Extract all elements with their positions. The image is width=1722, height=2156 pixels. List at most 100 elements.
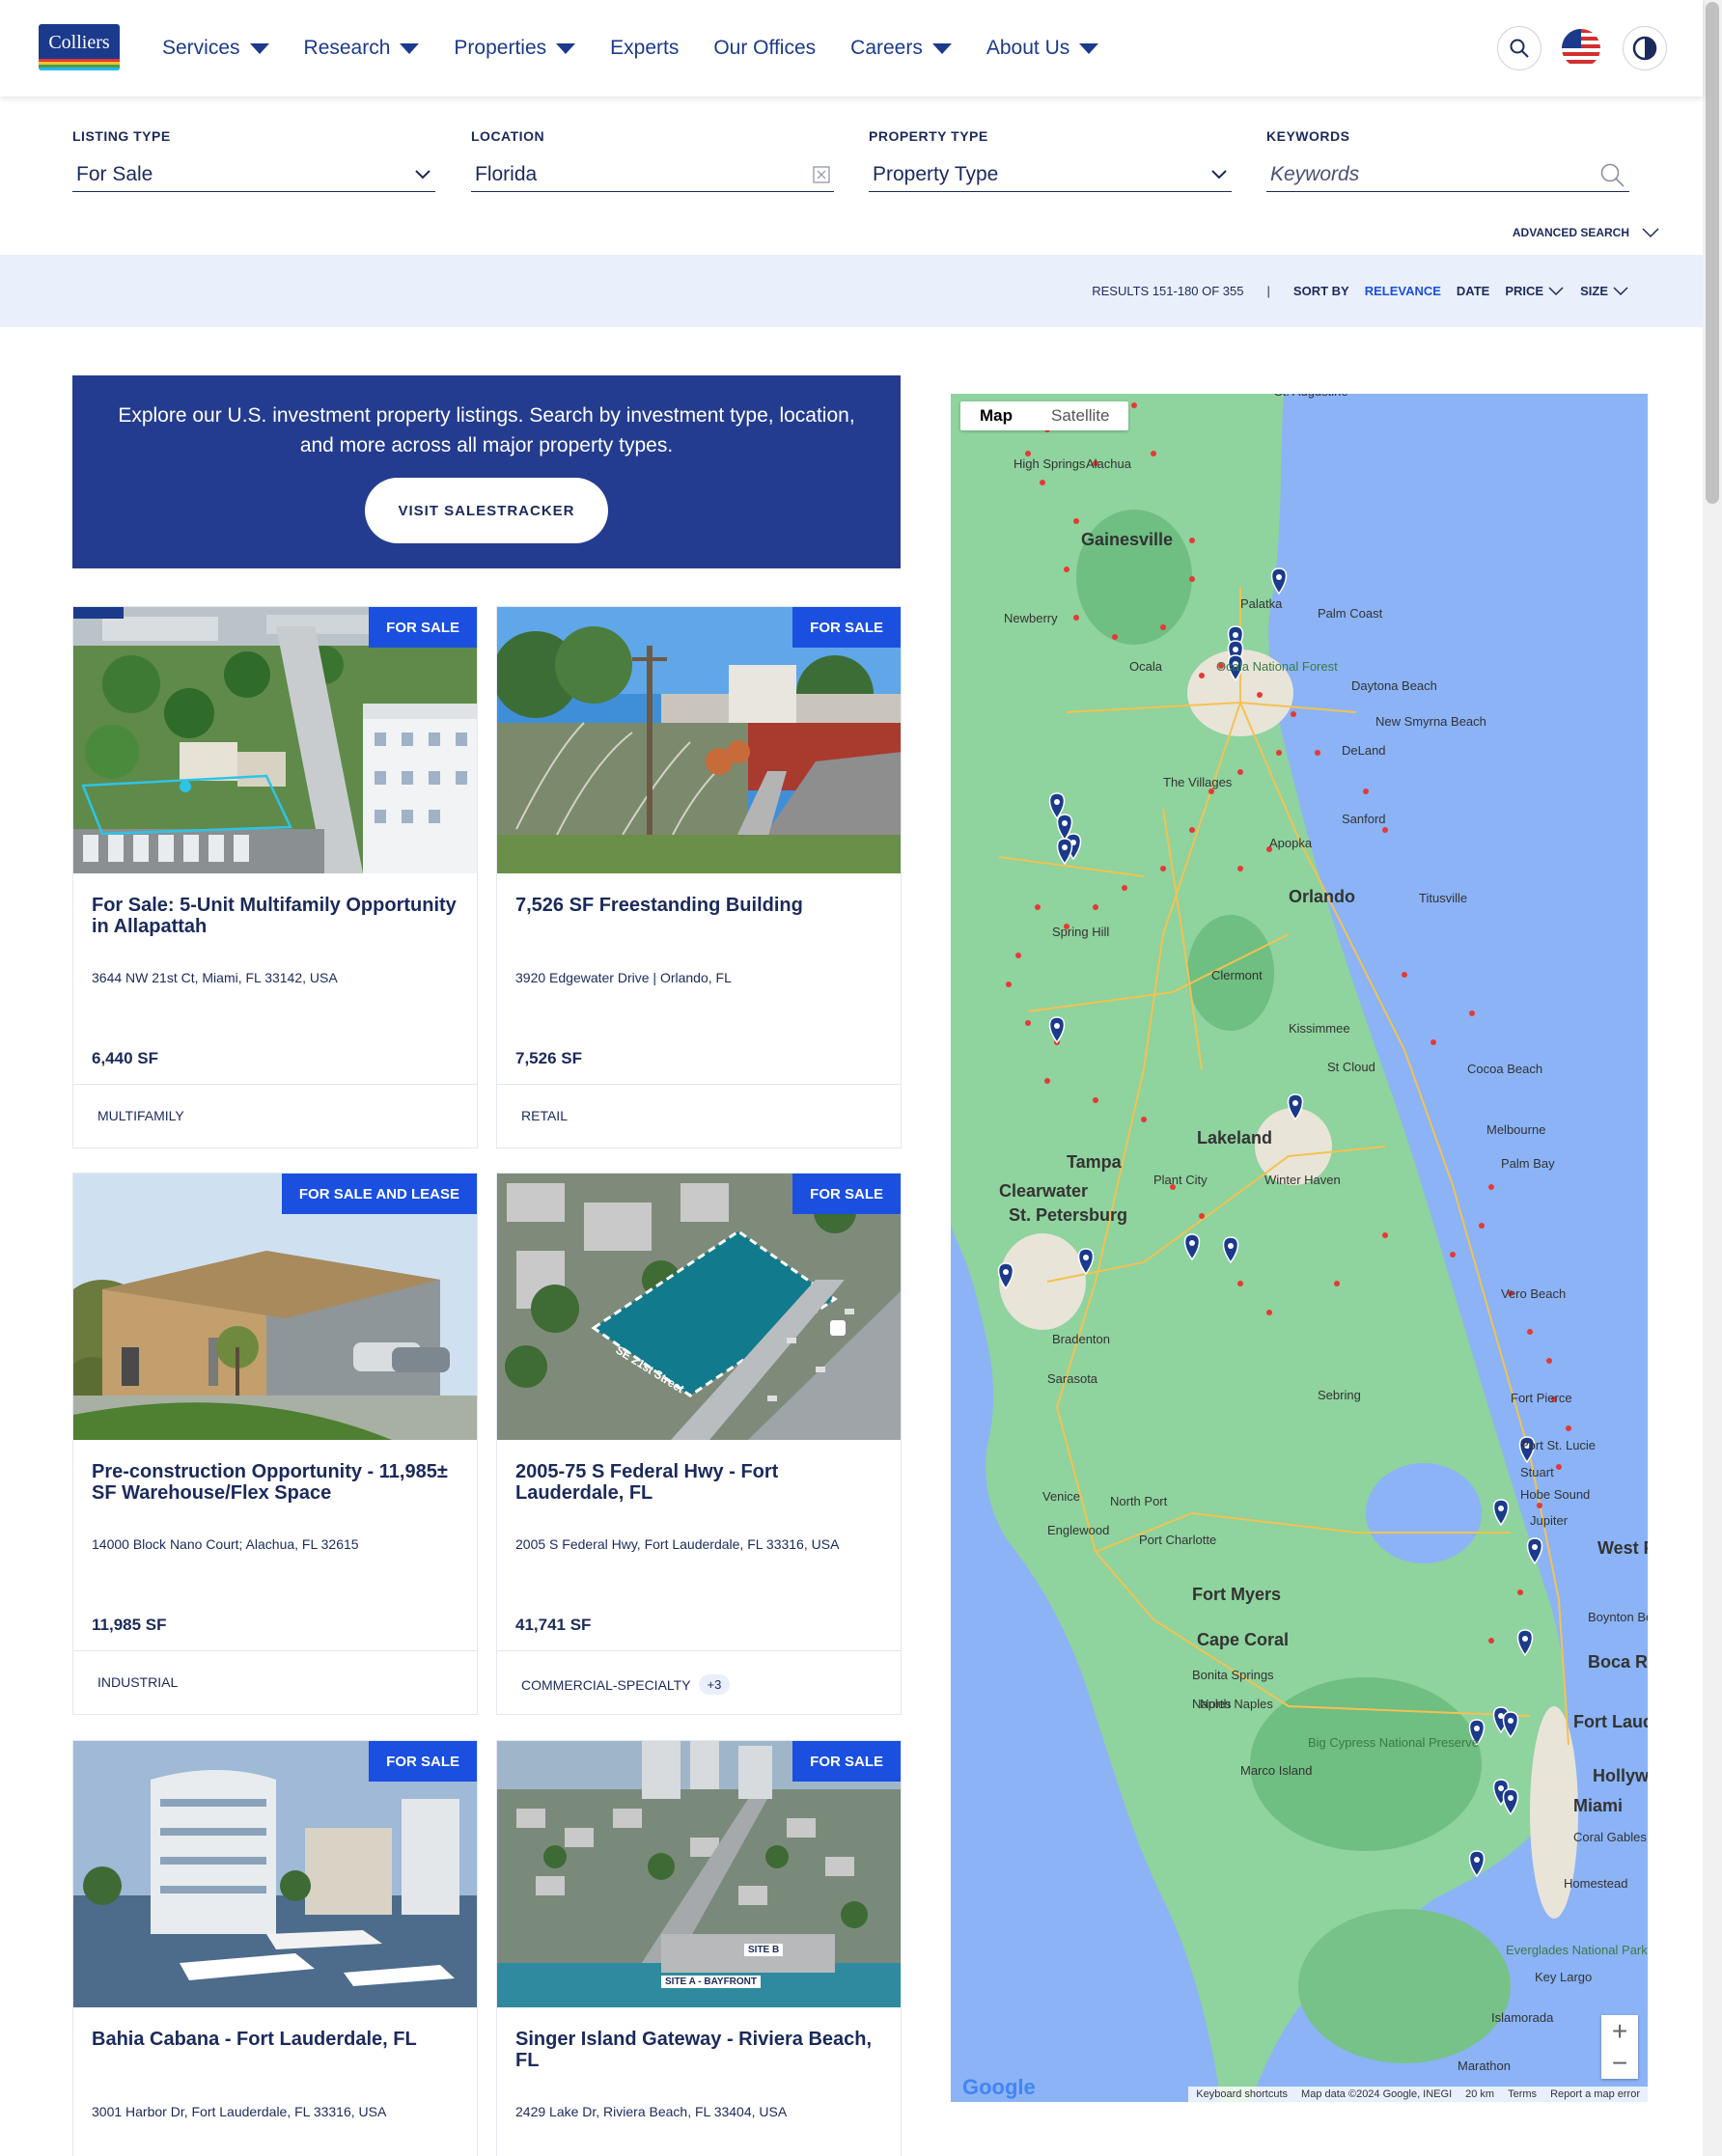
listing-dot[interactable]: [1237, 1281, 1243, 1286]
search-icon[interactable]: [1598, 161, 1625, 188]
listing-dot[interactable]: [1025, 1020, 1031, 1026]
nav-item-about-us[interactable]: About Us: [986, 37, 1099, 60]
location-pin-icon[interactable]: [1270, 567, 1288, 595]
listing-title[interactable]: For Sale: 5-Unit Multifamily Opportunity…: [92, 895, 458, 937]
nav-item-research[interactable]: Research: [304, 37, 420, 60]
sort-date[interactable]: DATE: [1457, 284, 1489, 298]
listing-dot[interactable]: [1291, 711, 1296, 717]
listing-dot[interactable]: [1315, 750, 1320, 756]
listing-dot[interactable]: [1537, 1503, 1542, 1508]
listing-dot[interactable]: [1556, 1464, 1562, 1470]
listing-dot[interactable]: [1334, 1281, 1340, 1286]
listing-title[interactable]: Pre-construction Opportunity - 11,985± S…: [92, 1461, 458, 1504]
listing-dot[interactable]: [1064, 567, 1069, 572]
listing-dot[interactable]: [1566, 1425, 1571, 1431]
chevron-down-icon: [249, 42, 269, 54]
listing-dot[interactable]: [1276, 750, 1282, 756]
contrast-toggle-button[interactable]: [1623, 26, 1667, 70]
terms-link[interactable]: Terms: [1508, 2088, 1537, 2100]
scrollbar-thumb[interactable]: [1706, 2, 1719, 504]
listing-dot[interactable]: [1488, 1638, 1494, 1644]
nav-item-experts[interactable]: Experts: [610, 37, 679, 60]
listing-dot[interactable]: [1160, 624, 1166, 630]
listing-dot[interactable]: [1044, 1078, 1050, 1084]
listing-dot[interactable]: [1546, 1358, 1552, 1364]
satellite-tab[interactable]: Satellite: [1032, 401, 1128, 430]
listing-dot[interactable]: [1469, 1010, 1475, 1016]
listing-dot[interactable]: [1430, 1039, 1436, 1045]
zoom-in-button[interactable]: +: [1601, 2015, 1638, 2047]
listing-title[interactable]: Bahia Cabana - Fort Lauderdale, FL: [92, 2029, 458, 2050]
listing-card[interactable]: FOR SALE Bahia Cabana - Fort Lauderdale,…: [72, 1740, 478, 2156]
results-map[interactable]: BlackshearWaycrossBrunswickOkefenokee Na…: [951, 394, 1648, 2102]
listing-dot[interactable]: [1488, 1184, 1494, 1190]
listing-card[interactable]: SITE B SITE A - BAYFRONT FOR SALE Singer…: [496, 1740, 902, 2156]
listing-dot[interactable]: [1040, 480, 1045, 485]
listing-title[interactable]: Singer Island Gateway - Riviera Beach, F…: [515, 2029, 882, 2071]
listing-dot[interactable]: [1527, 1329, 1533, 1335]
listing-dot[interactable]: [1151, 451, 1156, 456]
map-tab[interactable]: Map: [960, 401, 1032, 430]
listing-dot[interactable]: [1402, 972, 1407, 978]
page-scrollbar[interactable]: [1703, 0, 1722, 2156]
listing-dot[interactable]: [1382, 827, 1388, 833]
more-types-chip[interactable]: +3: [698, 1674, 731, 1695]
location-input[interactable]: Florida: [471, 157, 834, 192]
sort-relevance[interactable]: RELEVANCE: [1365, 284, 1441, 298]
keyboard-shortcuts-link[interactable]: Keyboard shortcuts: [1196, 2088, 1288, 2100]
listing-dot[interactable]: [1122, 885, 1127, 891]
listing-dot[interactable]: [1189, 576, 1195, 582]
map-canvas[interactable]: BlackshearWaycrossBrunswickOkefenokee Na…: [951, 394, 1648, 2102]
chevron-down-icon: [400, 42, 420, 54]
listing-dot[interactable]: [1015, 953, 1021, 958]
listing-card[interactable]: FOR SALE 7,526 SF Freestanding Building …: [496, 606, 902, 1148]
header-search-button[interactable]: [1497, 26, 1541, 70]
language-selector[interactable]: [1559, 26, 1603, 70]
listing-dot[interactable]: [1006, 981, 1012, 987]
advanced-search-toggle[interactable]: ADVANCED SEARCH: [1513, 226, 1660, 239]
listing-card[interactable]: SE 21st Street FOR SALE 2005-75 S Federa…: [496, 1173, 902, 1715]
listing-dot[interactable]: [1131, 402, 1137, 408]
listing-type-select[interactable]: For Sale: [72, 157, 435, 192]
listing-dot[interactable]: [1266, 1310, 1272, 1315]
listing-dot[interactable]: [1035, 904, 1041, 910]
sort-price[interactable]: PRICE: [1505, 284, 1565, 298]
listing-dot[interactable]: [1257, 692, 1263, 698]
nav-item-services[interactable]: Services: [162, 37, 269, 60]
property-type-select[interactable]: Property Type: [869, 157, 1232, 192]
listing-dot[interactable]: [1160, 866, 1166, 871]
listing-dot[interactable]: [1093, 1097, 1098, 1103]
visit-salestracker-button[interactable]: VISIT SALESTRACKER: [365, 478, 608, 543]
listing-card[interactable]: FOR SALE For Sale: 5-Unit Multifamily Op…: [72, 606, 478, 1148]
nav-item-our-offices[interactable]: Our Offices: [713, 37, 816, 60]
clear-icon[interactable]: [813, 165, 830, 183]
nav-item-properties[interactable]: Properties: [454, 37, 576, 60]
listing-dot[interactable]: [1199, 1213, 1205, 1219]
listing-card[interactable]: FOR SALE AND LEASE Pre-construction Oppo…: [72, 1173, 478, 1715]
listing-dot[interactable]: [1237, 769, 1243, 775]
zoom-out-button[interactable]: −: [1601, 2047, 1638, 2079]
listing-dot[interactable]: [1479, 1223, 1485, 1229]
report-error-link[interactable]: Report a map error: [1550, 2088, 1640, 2100]
listing-dot[interactable]: [1073, 518, 1079, 524]
listing-dot[interactable]: [1237, 866, 1243, 871]
nav-item-careers[interactable]: Careers: [850, 37, 952, 60]
colliers-logo[interactable]: Colliers: [39, 24, 120, 70]
keywords-input[interactable]: Keywords: [1266, 157, 1629, 192]
listing-dot[interactable]: [1189, 538, 1195, 543]
listing-dot[interactable]: [1073, 615, 1079, 621]
listing-title[interactable]: 7,526 SF Freestanding Building: [515, 895, 882, 916]
sort-size[interactable]: SIZE: [1580, 284, 1629, 298]
listing-dot[interactable]: [1382, 1232, 1388, 1238]
listing-dot[interactable]: [1112, 634, 1118, 640]
listing-type-label: COMMERCIAL-SPECIALTY: [521, 1676, 691, 1693]
listing-dot[interactable]: [1450, 1252, 1456, 1258]
listing-dot[interactable]: [1093, 904, 1098, 910]
listing-dot[interactable]: [1189, 827, 1195, 833]
listing-dot[interactable]: [1363, 788, 1369, 794]
listing-dot[interactable]: [1199, 673, 1205, 678]
listing-dot[interactable]: [1517, 1589, 1523, 1595]
listing-title[interactable]: 2005-75 S Federal Hwy - Fort Lauderdale,…: [515, 1461, 882, 1504]
listing-dot[interactable]: [1141, 1117, 1147, 1122]
google-logo[interactable]: Google: [962, 2075, 1036, 2100]
